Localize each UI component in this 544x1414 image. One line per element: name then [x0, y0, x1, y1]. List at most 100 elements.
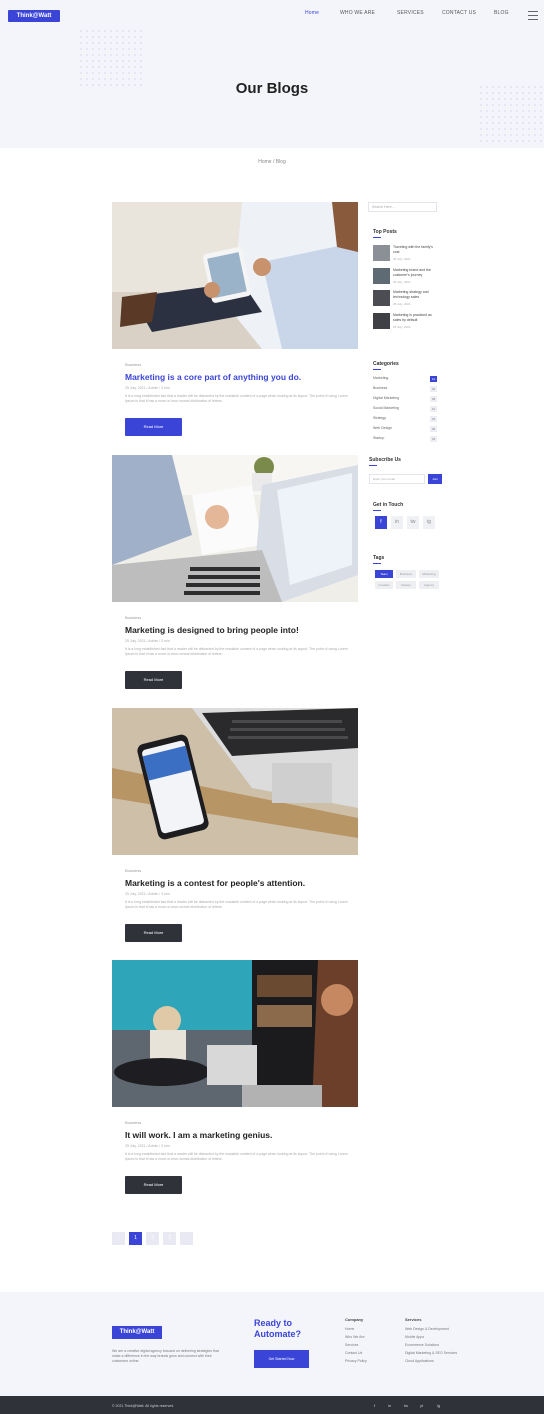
tag-item[interactable]: Marketing — [419, 570, 439, 578]
breadcrumb[interactable]: Home / Blog — [0, 159, 544, 165]
twitter-icon[interactable]: tw — [404, 1403, 408, 1408]
post-image[interactable] — [112, 455, 358, 602]
top-post-item[interactable]: Marketing strategy and technology sales … — [373, 290, 439, 310]
post-category[interactable]: Business — [125, 1120, 141, 1125]
footer-link[interactable]: Home — [345, 1327, 354, 1331]
pagination-page-1[interactable]: 1 — [129, 1232, 142, 1245]
pagination-next[interactable]: › — [180, 1232, 193, 1245]
linkedin-icon[interactable]: in — [388, 1403, 391, 1408]
top-post-title[interactable]: Traveling with the family's cost — [393, 245, 439, 254]
footer-link[interactable]: Cloud Applications — [405, 1359, 434, 1363]
brand-logo[interactable]: Think@Watt — [8, 10, 60, 22]
top-post-title[interactable]: Marketing is practiced as sales by defau… — [393, 313, 439, 322]
pagination-prev[interactable]: ‹ — [112, 1232, 125, 1245]
category-item[interactable]: Marketing 12 — [373, 376, 437, 382]
footer-link[interactable]: Mobile Apps — [405, 1335, 424, 1339]
post-image[interactable] — [112, 202, 358, 349]
top-post-thumbnail[interactable] — [373, 245, 390, 261]
tag-item[interactable]: Creative — [375, 581, 393, 589]
post-title[interactable]: Marketing is a contest for people's atte… — [125, 878, 305, 888]
category-name[interactable]: Web Design — [373, 426, 392, 430]
nav-blog[interactable]: BLOG — [494, 10, 509, 20]
top-post-item[interactable]: Marketing brand and the customer's journ… — [373, 268, 439, 288]
top-post-thumbnail[interactable] — [373, 268, 390, 284]
footer-link[interactable]: Digital Marketing & SEO Services — [405, 1351, 457, 1355]
top-post-title[interactable]: Marketing brand and the customer's journ… — [393, 268, 439, 277]
social-heading: Get in Touch — [373, 502, 404, 508]
category-item[interactable]: Social Marketing 10 — [373, 406, 437, 412]
tag-item[interactable]: Team — [375, 570, 393, 578]
menu-icon[interactable] — [527, 8, 539, 22]
category-count: 04 — [430, 416, 437, 422]
post-excerpt: It is a long established fact that a rea… — [125, 394, 348, 403]
category-item[interactable]: Business 06 — [373, 386, 437, 392]
top-post-date: 25 July, 2021 — [393, 280, 411, 284]
category-count: 12 — [430, 376, 437, 382]
category-name[interactable]: Business — [373, 386, 387, 390]
post-category[interactable]: Business — [125, 362, 141, 367]
post-title[interactable]: Marketing is designed to bring people in… — [125, 625, 299, 635]
footer-link[interactable]: Privacy Policy — [345, 1359, 367, 1363]
read-more-button[interactable]: Read More — [125, 418, 182, 436]
footer-logo[interactable]: Think@Watt — [112, 1326, 162, 1339]
sidebar-search-input[interactable]: Search Here... — [368, 202, 437, 212]
categories-heading: Categories — [373, 361, 399, 367]
nav-who-we-are[interactable]: WHO WE ARE — [340, 10, 375, 20]
post-category[interactable]: Business — [125, 868, 141, 873]
facebook-icon[interactable]: f — [374, 1403, 375, 1408]
category-count: 06 — [430, 386, 437, 392]
post-image[interactable] — [112, 708, 358, 855]
category-item[interactable]: Startup 03 — [373, 436, 437, 442]
tag-item[interactable]: Business — [396, 570, 416, 578]
pagination-page-3[interactable]: 3 — [163, 1232, 176, 1245]
category-name[interactable]: Marketing — [373, 376, 388, 380]
instagram-icon[interactable]: ig — [423, 516, 435, 529]
heading-underline — [373, 563, 381, 564]
category-item[interactable]: Digital Marketing 08 — [373, 396, 437, 402]
post-meta: 25 July, 2021 / Admin / 3 min — [125, 639, 170, 643]
post-title[interactable]: Marketing is a core part of anything you… — [125, 372, 301, 382]
category-item[interactable]: Web Design 05 — [373, 426, 437, 432]
footer-link[interactable]: Ecommerce Solutions — [405, 1343, 439, 1347]
tag-item[interactable]: Agency — [419, 581, 439, 589]
category-name[interactable]: Startup — [373, 436, 384, 440]
subscribe-email-input[interactable]: Enter your email — [369, 474, 425, 484]
facebook-icon[interactable]: f — [375, 516, 387, 529]
top-post-thumbnail[interactable] — [373, 313, 390, 329]
linkedin-icon[interactable]: in — [391, 516, 403, 529]
nav-services[interactable]: SERVICES — [397, 10, 424, 20]
top-post-item[interactable]: Traveling with the family's cost 25 July… — [373, 245, 439, 265]
heading-underline — [373, 510, 381, 511]
category-item[interactable]: Strategy 04 — [373, 416, 437, 422]
read-more-button[interactable]: Read More — [125, 671, 182, 689]
top-post-item[interactable]: Marketing is practiced as sales by defau… — [373, 313, 439, 333]
footer-link[interactable]: Who We Are — [345, 1335, 365, 1339]
post-category[interactable]: Business — [125, 615, 141, 620]
top-post-title[interactable]: Marketing strategy and technology sales — [393, 290, 439, 299]
subscribe-button[interactable]: Join — [428, 474, 442, 484]
footer — [0, 1292, 544, 1396]
pagination-page-2[interactable]: 2 — [146, 1232, 159, 1245]
nav-home[interactable]: Home — [305, 10, 319, 20]
post-title[interactable]: It will work. I am a marketing genius. — [125, 1130, 272, 1140]
post-image[interactable] — [112, 960, 358, 1107]
footer-link[interactable]: Services — [345, 1343, 358, 1347]
twitter-icon[interactable]: tw — [407, 516, 419, 529]
get-started-button[interactable]: Get Started Now — [254, 1350, 309, 1368]
youtube-icon[interactable]: yt — [420, 1403, 423, 1408]
footer-link[interactable]: Web Design & Development — [405, 1327, 449, 1331]
category-name[interactable]: Social Marketing — [373, 406, 399, 410]
page: Think@Watt Home WHO WE ARE SERVICES CONT… — [0, 0, 544, 1414]
read-more-button[interactable]: Read More — [125, 924, 182, 942]
top-post-thumbnail[interactable] — [373, 290, 390, 306]
instagram-icon[interactable]: ig — [437, 1403, 440, 1408]
category-count: 05 — [430, 426, 437, 432]
top-post-date: 25 July, 2021 — [393, 302, 411, 306]
nav-contact-us[interactable]: CONTACT US — [442, 10, 476, 20]
category-name[interactable]: Strategy — [373, 416, 386, 420]
tag-item[interactable]: Design — [396, 581, 416, 589]
top-post-date: 25 July, 2021 — [393, 325, 411, 329]
footer-link[interactable]: Contact Us — [345, 1351, 362, 1355]
read-more-button[interactable]: Read More — [125, 1176, 182, 1194]
category-name[interactable]: Digital Marketing — [373, 396, 399, 400]
